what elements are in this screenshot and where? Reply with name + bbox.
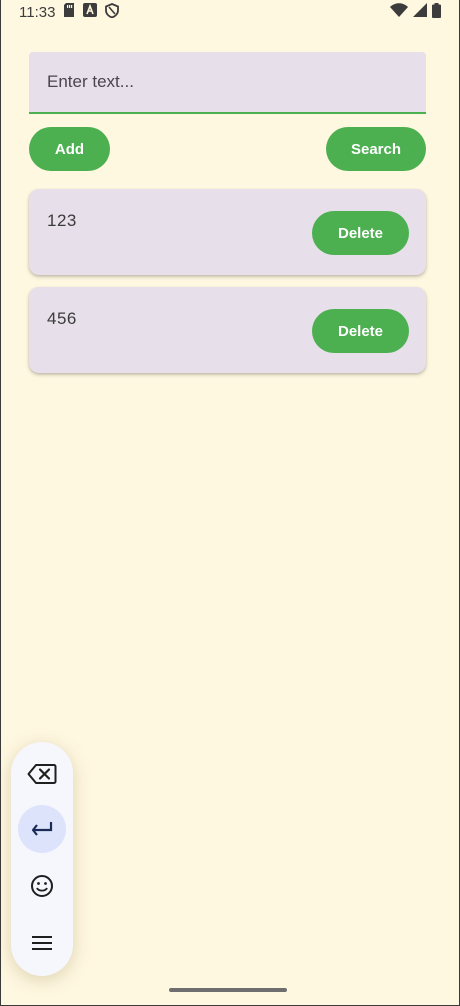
battery-icon	[432, 2, 441, 22]
enter-icon[interactable]	[18, 805, 66, 853]
backspace-icon[interactable]	[18, 750, 66, 798]
status-time: 11:33	[19, 3, 56, 21]
font-a-icon	[83, 3, 98, 21]
delete-button[interactable]: Delete	[312, 211, 409, 255]
list-item: 456 Delete	[29, 287, 426, 373]
text-input-field[interactable]	[29, 52, 426, 114]
search-button[interactable]: Search	[326, 127, 426, 171]
list-item-text: 456	[47, 309, 77, 328]
sd-card-icon	[63, 3, 75, 21]
delete-button[interactable]: Delete	[312, 309, 409, 353]
emoji-icon[interactable]	[18, 862, 66, 910]
shield-icon	[105, 2, 120, 22]
app-screen: 11:33 Add Search	[0, 0, 460, 1006]
navigation-handle[interactable]	[169, 988, 287, 992]
list-item: 123 Delete	[29, 189, 426, 275]
add-button[interactable]: Add	[29, 127, 110, 171]
signal-icon	[413, 3, 427, 21]
wifi-icon	[390, 3, 408, 21]
text-input[interactable]	[47, 72, 426, 92]
status-bar: 11:33	[1, 0, 459, 24]
menu-icon[interactable]	[18, 919, 66, 967]
list-item-text: 123	[47, 211, 77, 230]
floating-keyboard-toolbar	[11, 742, 73, 976]
